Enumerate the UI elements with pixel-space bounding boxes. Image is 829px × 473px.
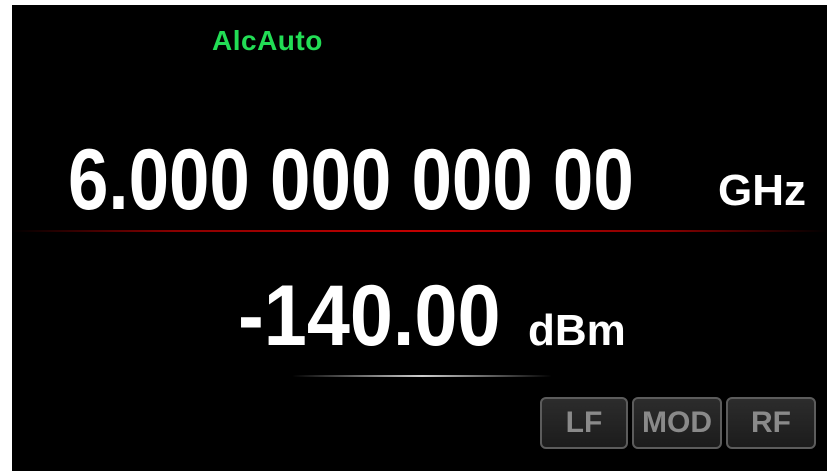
power-readout[interactable]: -140.00 dBm	[238, 273, 738, 363]
lf-output-button[interactable]: LF	[540, 397, 628, 449]
frequency-value[interactable]: 6.000 000 000 00	[68, 137, 634, 223]
frequency-readout[interactable]: 6.000 000 000 00 GHz	[68, 137, 818, 227]
alc-status-label: AlcAuto	[212, 25, 323, 56]
mod-toggle-button[interactable]: MOD	[632, 397, 722, 449]
power-unit: dBm	[528, 306, 626, 355]
instrument-display: AlcAuto 6.000 000 000 00 GHz -140.00 dBm…	[12, 5, 827, 471]
rf-output-button[interactable]: RF	[726, 397, 816, 449]
frequency-unit: GHz	[718, 166, 806, 215]
frequency-active-underline	[12, 230, 827, 232]
power-underline	[292, 375, 552, 377]
power-value[interactable]: -140.00	[238, 273, 501, 359]
